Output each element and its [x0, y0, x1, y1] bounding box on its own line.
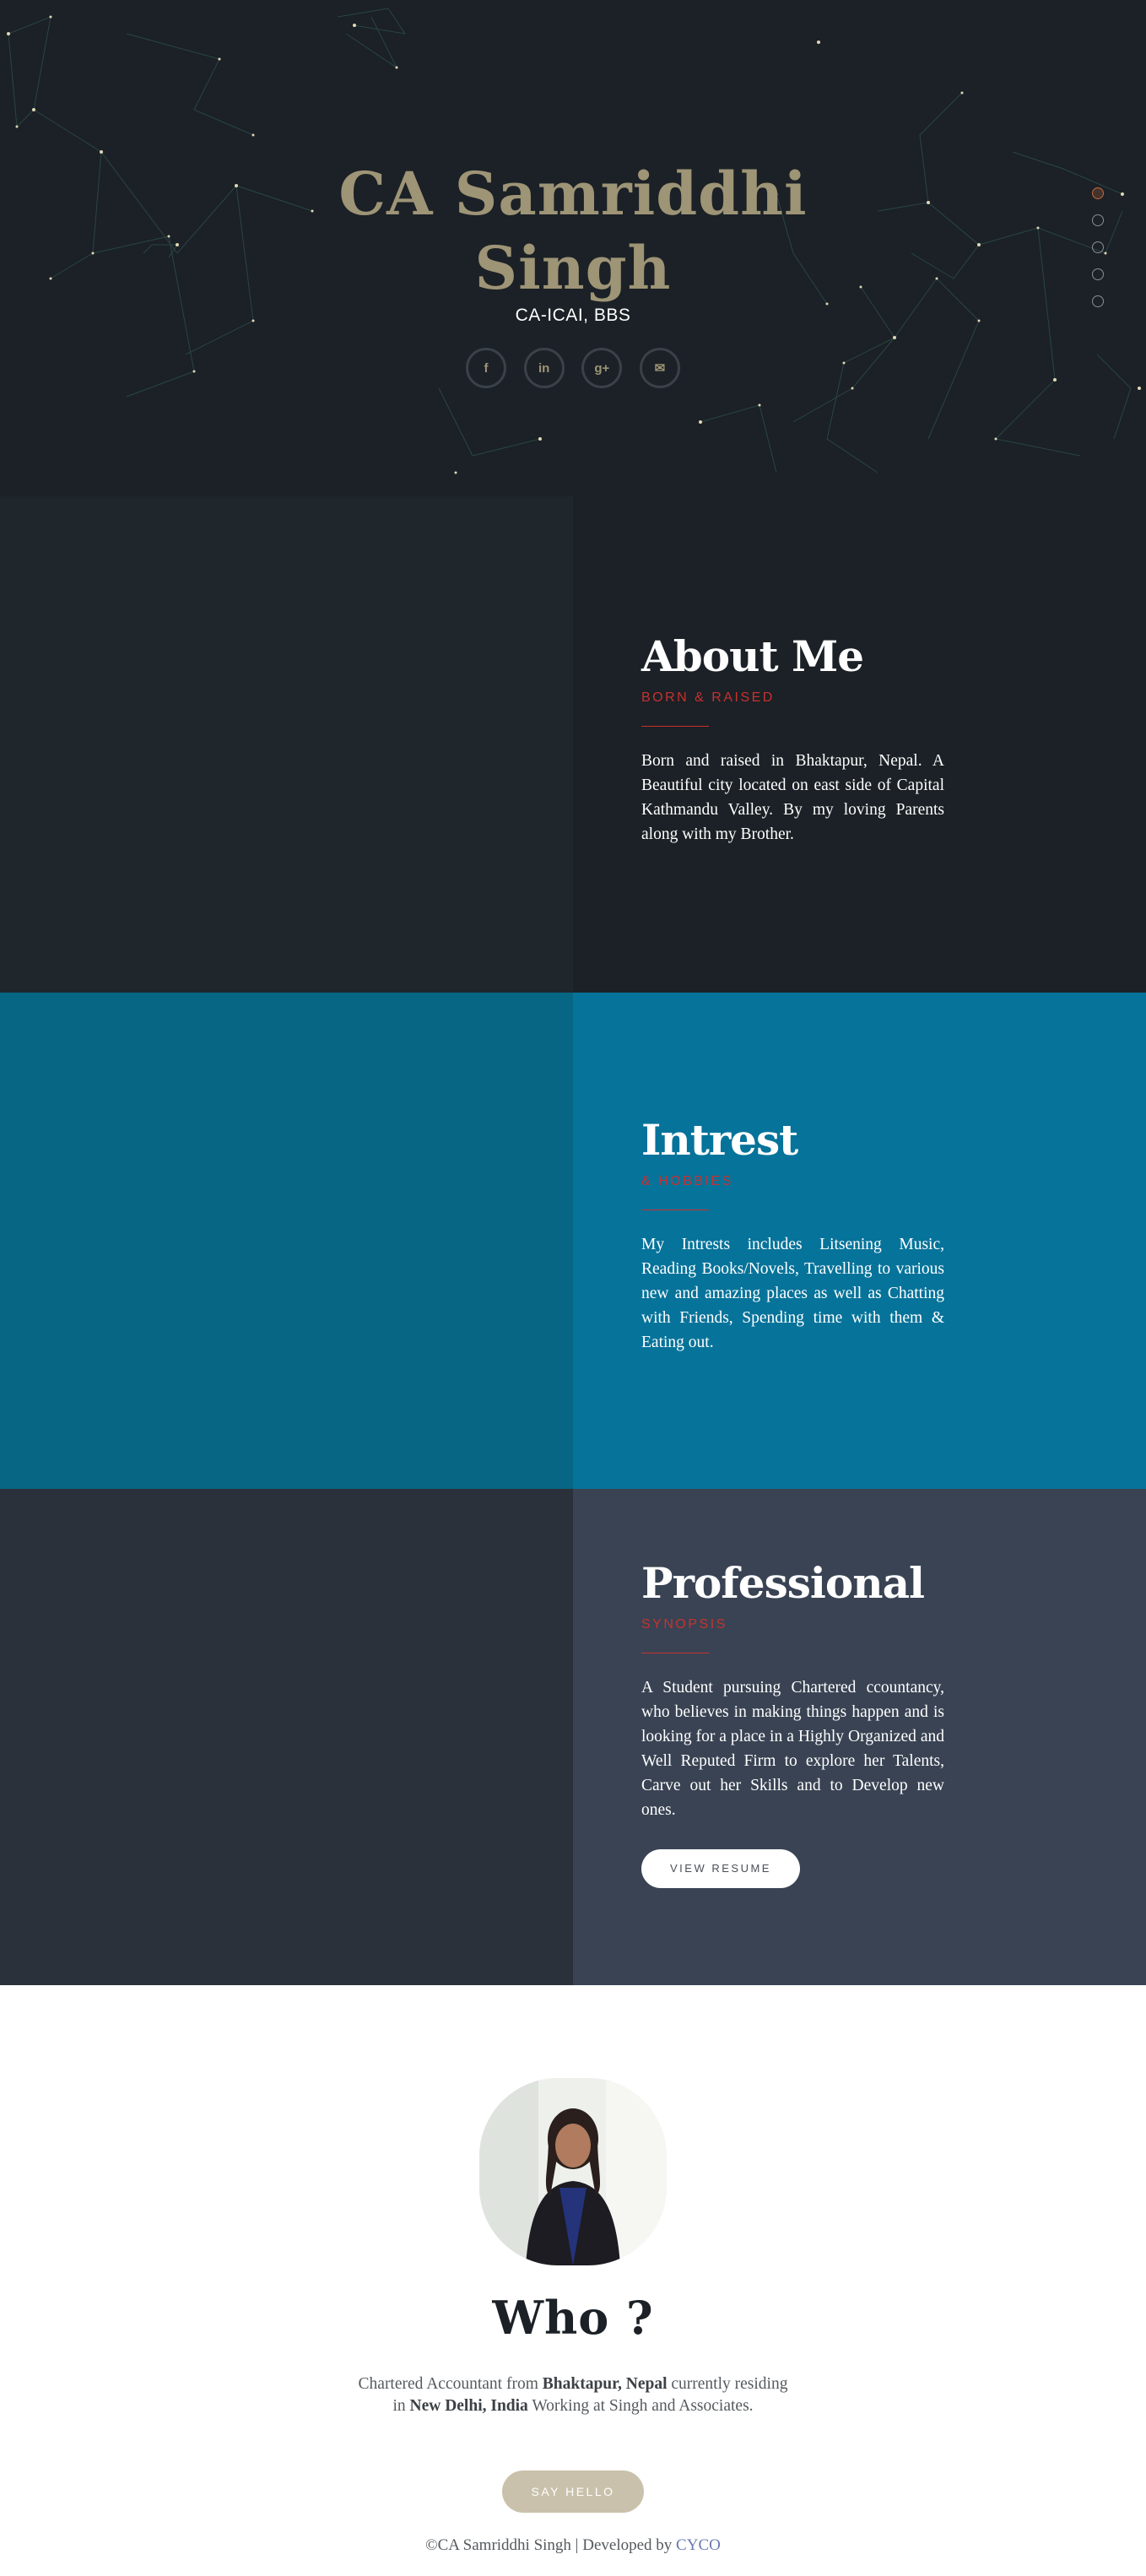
who-text-part-1: Chartered Accountant from	[358, 2375, 543, 2393]
professional-section: Professional SYNOPSIS A Student pursuing…	[0, 1489, 1146, 1985]
about-title: About Me	[641, 631, 864, 681]
hero-subtitle: CA-ICAI, BBS	[515, 306, 631, 325]
interest-section: Intrest & HOBBIES My Intrests includes L…	[0, 993, 1146, 1489]
section-nav-dots	[1092, 187, 1104, 322]
about-text: Born and raised in Bhaktapur, Nepal. A B…	[641, 752, 944, 843]
hero-name-line-2: Singh	[474, 233, 672, 303]
interest-content-panel: Intrest & HOBBIES My Intrests includes L…	[573, 993, 1146, 1489]
about-content-panel: About Me BORN & RAISED Born and raised i…	[573, 496, 1146, 993]
nav-dot-2[interactable]	[1092, 214, 1104, 226]
linkedin-icon[interactable]: in	[523, 348, 565, 388]
say-hello-button[interactable]: SAY HELLO	[502, 2470, 644, 2513]
about-section: About Me BORN & RAISED Born and raised i…	[0, 496, 1146, 993]
footer-text: ©CA Samriddhi Singh | Developed by	[425, 2536, 677, 2554]
interest-text: My Intrests includes Litsening Music, Re…	[641, 1236, 944, 1351]
who-text-part-3: Working at Singh and Associates.	[527, 2397, 754, 2415]
nav-dot-3[interactable]	[1092, 241, 1104, 253]
hero-name: CA Samriddhi Singh	[0, 157, 1146, 306]
avatar	[479, 2078, 667, 2265]
about-divider	[641, 726, 709, 727]
about-image-panel	[0, 496, 573, 993]
professional-content-panel: Professional SYNOPSIS A Student pursuing…	[573, 1489, 1146, 1985]
hero-name-line-1: CA Samriddhi	[338, 159, 808, 229]
nav-dot-5[interactable]	[1092, 295, 1104, 307]
who-title: Who ?	[492, 2291, 654, 2345]
developer-link[interactable]: CYCO	[676, 2536, 721, 2554]
professional-tag: SYNOPSIS	[641, 1617, 727, 1632]
about-tag: BORN & RAISED	[641, 690, 775, 705]
google-plus-icon[interactable]: g+	[581, 348, 623, 388]
interest-title: Intrest	[641, 1115, 798, 1165]
mail-icon[interactable]: ✉	[639, 348, 680, 388]
who-text-origin: Bhaktapur, Nepal	[542, 2375, 668, 2393]
nav-dot-4[interactable]	[1092, 268, 1104, 280]
professional-text: A Student pursuing Chartered ccountancy,…	[641, 1679, 944, 1819]
who-text-residence: New Delhi, India	[409, 2397, 528, 2415]
footer: ©CA Samriddhi Singh | Developed by CYCO	[0, 2536, 1146, 2555]
facebook-icon[interactable]: f	[466, 348, 506, 388]
who-section: Who ? Chartered Accountant from Bhaktapu…	[0, 1985, 1146, 2576]
professional-image-panel	[0, 1489, 573, 1985]
interest-image-panel	[0, 993, 573, 1489]
who-text: Chartered Accountant from Bhaktapur, Nep…	[358, 2373, 788, 2417]
interest-tag: & HOBBIES	[641, 1174, 733, 1188]
view-resume-button[interactable]: VIEW RESUME	[641, 1849, 800, 1888]
hero-section: CA Samriddhi Singh CA-ICAI, BBS f in g+ …	[0, 0, 1146, 496]
professional-title: Professional	[641, 1558, 925, 1608]
social-links: f in g+ ✉	[466, 348, 680, 388]
nav-dot-1[interactable]	[1092, 187, 1104, 199]
